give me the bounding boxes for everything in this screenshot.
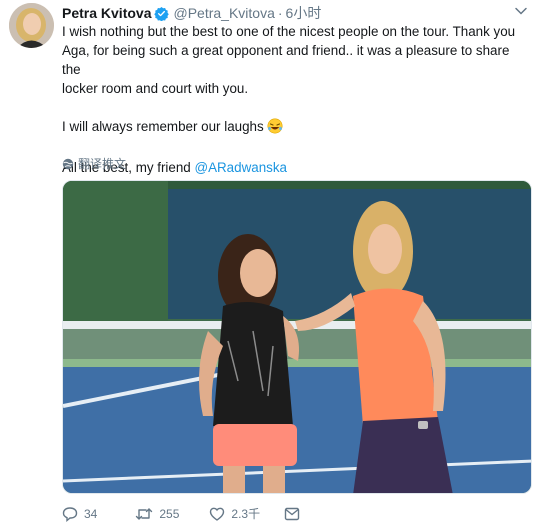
chevron-down-icon[interactable] <box>514 4 528 23</box>
translate-tweet[interactable]: 翻译推文 <box>62 155 126 172</box>
display-name[interactable]: Petra Kvitova <box>62 5 151 21</box>
reply-button[interactable]: 34 <box>62 506 97 522</box>
laughing-emoji-icon <box>267 118 283 139</box>
mention-link[interactable]: @ARadwanska <box>194 160 287 175</box>
like-button[interactable]: 2.3千 <box>209 505 260 522</box>
tweet-line-5: All the best, my friend @ARadwanska <box>62 158 524 177</box>
tweet-line-2: Aga, for being such a great opponent and… <box>62 43 510 77</box>
reply-count: 34 <box>84 506 98 521</box>
retweet-icon <box>136 507 153 520</box>
tweet-text: I wish nothing but the best to one of th… <box>62 22 524 177</box>
handle[interactable]: @Petra_Kvitova <box>173 5 274 21</box>
message-button[interactable] <box>284 507 300 521</box>
globe-icon <box>62 158 74 169</box>
retweet-count: 255 <box>159 506 180 521</box>
separator: · <box>277 5 283 21</box>
avatar[interactable] <box>9 3 54 48</box>
tweet-line-3: locker room and court with you. <box>62 81 249 96</box>
tweet-actions: 34 255 2.3千 <box>62 505 300 522</box>
message-icon <box>284 507 300 520</box>
translate-label: 翻译推文 <box>78 157 127 171</box>
verified-badge-icon <box>154 6 170 21</box>
retweet-button[interactable]: 255 <box>135 506 179 522</box>
like-count: 2.3千 <box>231 507 261 521</box>
tweet-line-4-text: I will always remember our laughs <box>62 119 264 134</box>
tweet-photo[interactable] <box>62 180 532 494</box>
reply-icon <box>62 506 78 522</box>
tweet-line-4: I will always remember our laughs <box>62 117 524 139</box>
tweet-card: Petra Kvitova @Petra_Kvitova · 6小时 I wis… <box>0 0 540 526</box>
like-icon <box>210 507 225 521</box>
tweet-header: Petra Kvitova @Petra_Kvitova · 6小时 <box>62 4 321 22</box>
timestamp[interactable]: 6小时 <box>286 3 322 23</box>
tweet-line-1: I wish nothing but the best to one of th… <box>62 24 516 39</box>
